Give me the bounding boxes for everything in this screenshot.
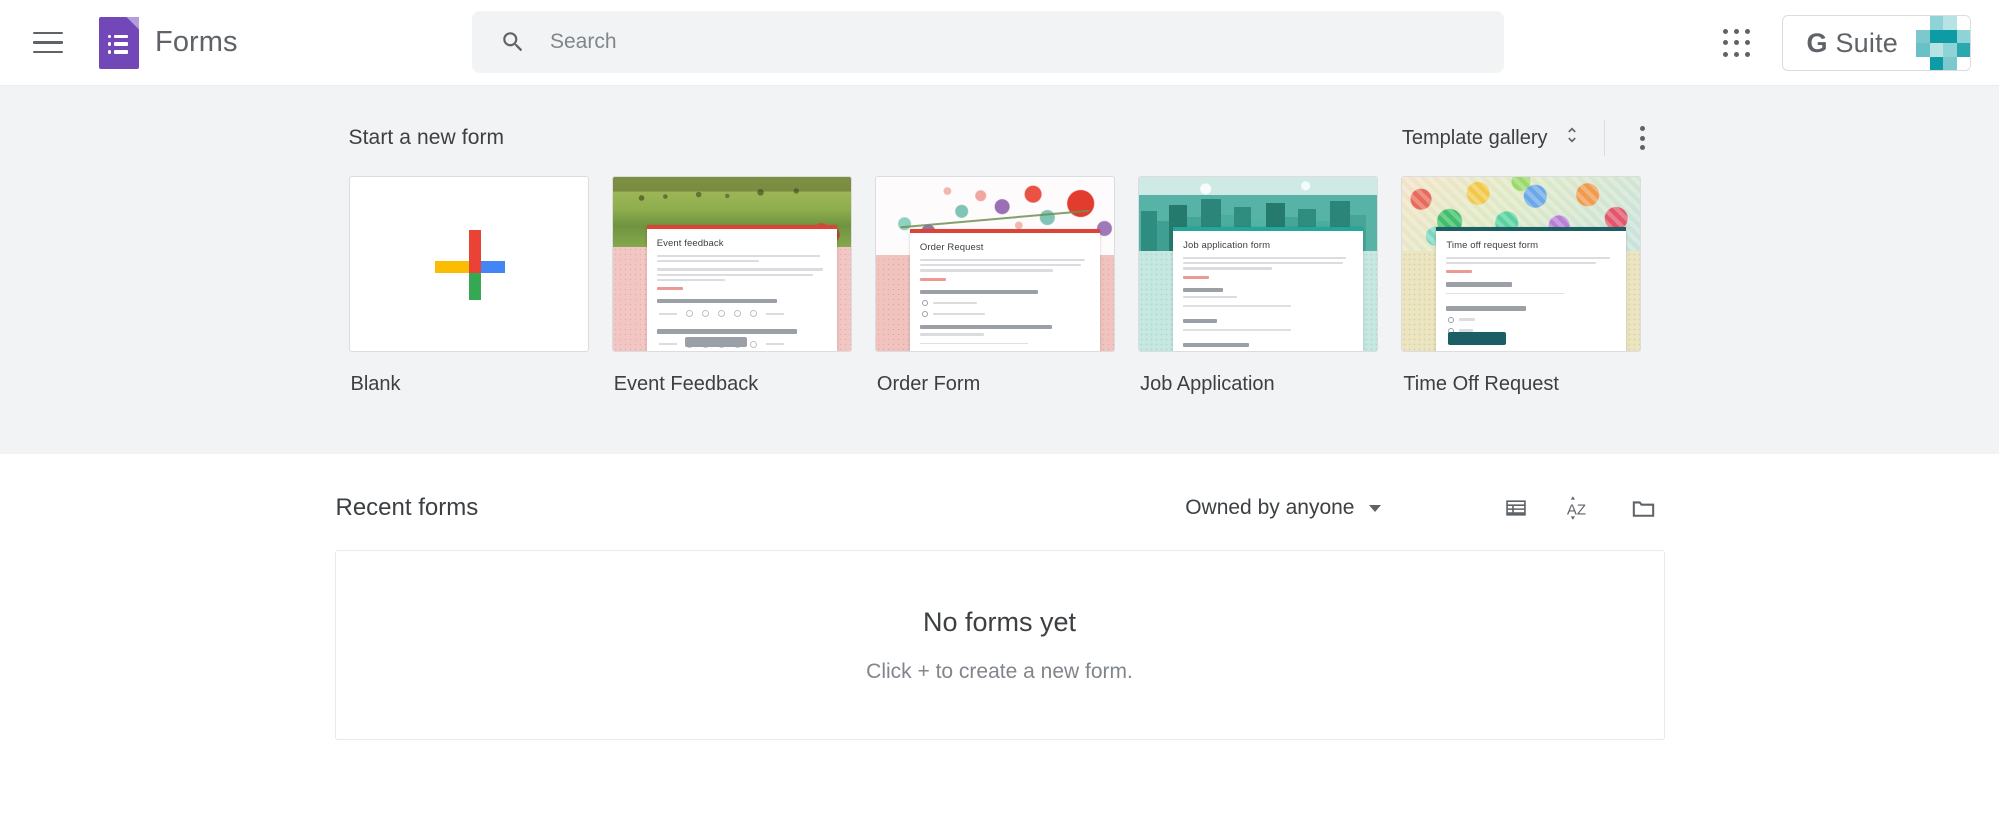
hamburger-menu-icon[interactable] bbox=[33, 32, 63, 54]
template-list: Blank Event feedback bbox=[335, 176, 1665, 396]
more-vert-icon[interactable] bbox=[1621, 126, 1665, 150]
blank-plus-icon bbox=[350, 177, 588, 351]
template-gallery-button[interactable]: Template gallery bbox=[1402, 123, 1604, 153]
folder-icon[interactable] bbox=[1629, 493, 1659, 523]
app-header: Forms G Suite bbox=[0, 0, 1999, 86]
search-bar[interactable] bbox=[472, 11, 1504, 73]
template-form-title: Job application form bbox=[1183, 240, 1363, 251]
template-label: Blank bbox=[349, 373, 612, 396]
page-title: Forms bbox=[155, 26, 238, 59]
template-form-preview: Time off request form bbox=[1436, 227, 1626, 351]
template-thumbnail[interactable]: Order Request bbox=[875, 176, 1115, 352]
owner-filter-dropdown[interactable]: Owned by anyone bbox=[1185, 496, 1500, 520]
search-icon bbox=[500, 29, 526, 55]
apps-grid-icon[interactable] bbox=[1722, 28, 1752, 58]
template-label: Job Application bbox=[1138, 373, 1401, 396]
header-right-actions: G Suite bbox=[1722, 0, 1971, 86]
recent-forms-title: Recent forms bbox=[336, 494, 479, 522]
search-input[interactable] bbox=[550, 30, 1504, 54]
chevron-down-icon bbox=[1369, 505, 1381, 512]
view-options: AZ bbox=[1501, 493, 1665, 523]
chevron-updown-icon bbox=[1562, 123, 1582, 153]
template-form-preview: Order Request bbox=[910, 229, 1100, 351]
template-label: Event Feedback bbox=[612, 373, 875, 396]
template-thumbnail[interactable]: Event feedback bbox=[612, 176, 852, 352]
template-gallery-label: Template gallery bbox=[1402, 127, 1548, 150]
empty-state-subtitle: Click + to create a new form. bbox=[866, 660, 1133, 684]
template-card-job-application[interactable]: Job application form Job bbox=[1138, 176, 1401, 396]
gsuite-brand-suite: Suite bbox=[1828, 28, 1898, 58]
recent-forms-section: Recent forms Owned by anyone AZ bbox=[0, 454, 1999, 740]
templates-title: Start a new form bbox=[349, 126, 505, 150]
template-form-preview: Job application form bbox=[1173, 227, 1363, 351]
template-label: Time Off Request bbox=[1401, 373, 1664, 396]
template-form-preview: Event feedback bbox=[647, 225, 837, 351]
template-form-title: Event feedback bbox=[657, 238, 837, 249]
templates-section: Start a new form Template gallery bbox=[0, 86, 1999, 454]
google-forms-logo-icon[interactable] bbox=[99, 17, 139, 69]
toolbar-divider bbox=[1604, 120, 1605, 156]
template-form-title: Time off request form bbox=[1446, 240, 1626, 251]
gsuite-brand-label: G Suite bbox=[1807, 28, 1916, 59]
template-label: Order Form bbox=[875, 373, 1138, 396]
sort-az-icon[interactable]: AZ bbox=[1565, 493, 1595, 523]
template-form-title: Order Request bbox=[920, 242, 1100, 253]
template-thumbnail[interactable] bbox=[349, 176, 589, 352]
list-view-icon[interactable] bbox=[1501, 493, 1531, 523]
template-thumbnail[interactable]: Job application form bbox=[1138, 176, 1378, 352]
empty-state-panel: No forms yet Click + to create a new for… bbox=[335, 550, 1665, 740]
avatar[interactable] bbox=[1916, 16, 1970, 70]
template-card-time-off-request[interactable]: Time off request form bbox=[1401, 176, 1664, 396]
template-thumbnail[interactable]: Time off request form bbox=[1401, 176, 1641, 352]
recent-header-row: Recent forms Owned by anyone AZ bbox=[335, 482, 1665, 534]
template-card-event-feedback[interactable]: Event feedback Event Feedback bbox=[612, 176, 875, 396]
gsuite-brand-g: G bbox=[1807, 28, 1828, 58]
svg-text:AZ: AZ bbox=[1566, 501, 1585, 518]
gsuite-account-badge[interactable]: G Suite bbox=[1782, 15, 1971, 71]
templates-header-row: Start a new form Template gallery bbox=[335, 114, 1665, 162]
owner-filter-label: Owned by anyone bbox=[1185, 496, 1354, 520]
template-card-order-form[interactable]: Order Request bbox=[875, 176, 1138, 396]
template-card-blank[interactable]: Blank bbox=[349, 176, 612, 396]
empty-state-title: No forms yet bbox=[923, 607, 1076, 638]
